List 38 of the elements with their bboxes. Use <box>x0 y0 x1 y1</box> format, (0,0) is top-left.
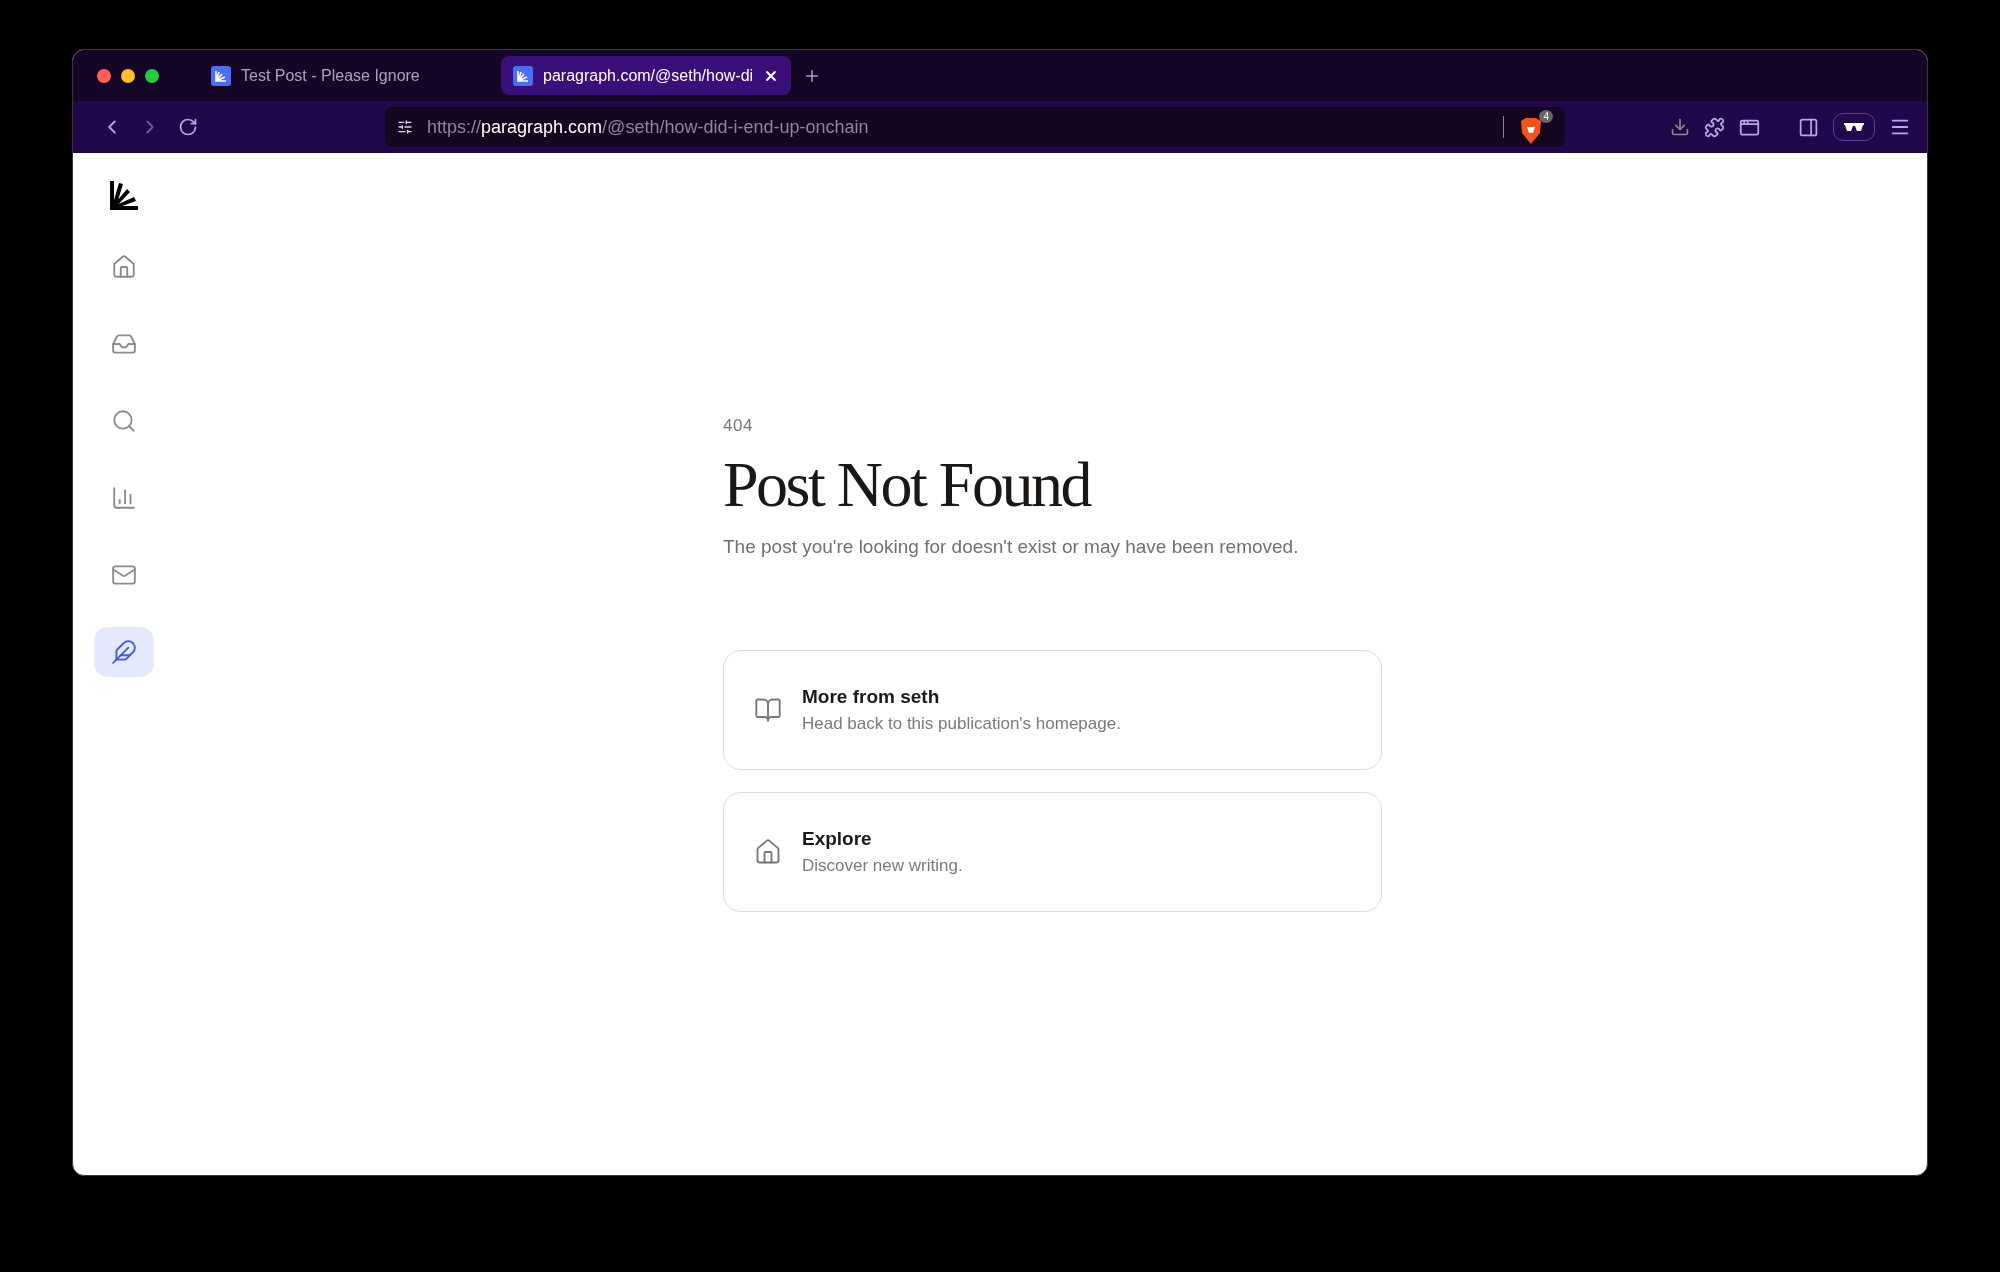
zoom-window-button[interactable] <box>145 68 159 83</box>
tab-title: paragraph.com/@seth/how-di <box>543 66 754 85</box>
site-settings-icon[interactable] <box>397 119 413 135</box>
shield-button[interactable]: 4 <box>1518 109 1553 145</box>
card-title: Explore <box>802 828 873 851</box>
sidebar-toggle-icon[interactable] <box>1798 116 1819 138</box>
close-window-button[interactable] <box>97 68 111 83</box>
link-card[interactable]: Explore Discover new writing. <box>723 792 1382 913</box>
chart-icon <box>111 485 137 511</box>
browser-tab[interactable]: Test Post - Please Ignore <box>199 56 489 95</box>
address-bar[interactable]: https://paragraph.com/@seth/how-did-i-end-up-onchain 4 <box>385 107 1565 147</box>
feather-icon <box>111 639 137 665</box>
private-window-button[interactable] <box>1833 113 1875 141</box>
shield-count-badge: 4 <box>1539 109 1553 123</box>
browser-tab[interactable]: paragraph.com/@seth/how-di <box>501 56 791 95</box>
inbox-icon <box>111 331 137 357</box>
glasses-icon <box>1844 122 1864 132</box>
lion-shield-icon <box>1518 116 1544 145</box>
download-icon[interactable] <box>1670 117 1690 137</box>
search-icon <box>111 408 137 434</box>
site-favicon-icon <box>211 65 231 86</box>
feather-nav-button[interactable] <box>94 627 154 677</box>
card-description: Discover new writing. <box>802 856 963 877</box>
reload-icon <box>178 117 198 137</box>
minimize-window-button[interactable] <box>121 68 135 83</box>
mail-icon <box>111 562 137 588</box>
home-icon <box>111 254 137 280</box>
error-code: 404 <box>723 416 754 436</box>
url-text: https://paragraph.com/@seth/how-did-i-end-up-onchain <box>427 116 870 138</box>
logo-icon <box>108 179 140 211</box>
error-message: The post you're looking for doesn't exist or may have been removed. <box>723 536 1300 559</box>
site-favicon-icon <box>513 65 533 86</box>
card-title: More from seth <box>802 686 941 709</box>
tab-title: Test Post - Please Ignore <box>241 66 421 85</box>
link-card[interactable]: More from seth Head back to this publication's homepage. <box>723 650 1382 771</box>
page-title: Post Not Found <box>723 450 1092 521</box>
puzzle-icon[interactable] <box>1704 116 1725 138</box>
card-description: Head back to this publication's homepage. <box>802 714 1121 735</box>
